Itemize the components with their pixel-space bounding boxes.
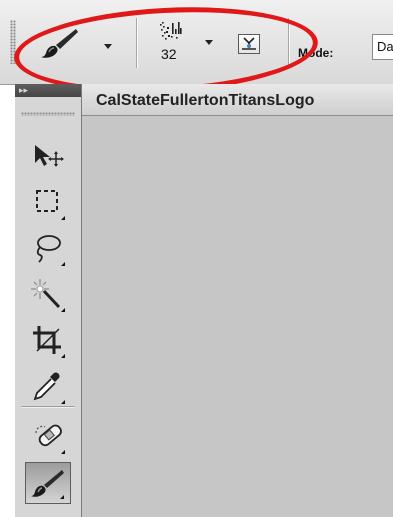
- band-aid-icon: [35, 424, 62, 447]
- brush-icon: [41, 29, 78, 58]
- marquee-tool[interactable]: [25, 182, 71, 224]
- chevron-down-icon: [104, 44, 112, 49]
- mode-label: Mode:: [298, 46, 334, 60]
- toolbox-grip[interactable]: [21, 112, 75, 116]
- crop-tool[interactable]: [25, 320, 71, 362]
- lasso-icon: [36, 235, 61, 263]
- submenu-indicator-icon: [61, 262, 65, 266]
- tablet-pressure-icon: [242, 37, 256, 50]
- document-tab-title: CalStateFullertonTitansLogo: [96, 92, 315, 109]
- canvas-area[interactable]: [82, 116, 393, 517]
- eyedropper-icon: [33, 372, 60, 401]
- separator: [136, 18, 137, 68]
- separator: [288, 18, 289, 68]
- move-icon: [35, 145, 64, 167]
- brush-size-value: 32: [161, 46, 177, 62]
- move-tool[interactable]: [25, 136, 71, 178]
- tablet-pressure-toggle[interactable]: [238, 34, 260, 54]
- brush-size-picker[interactable]: 32: [150, 18, 220, 70]
- crop-icon: [33, 326, 61, 354]
- submenu-indicator-icon: [61, 308, 65, 312]
- healing-brush-tool[interactable]: [25, 416, 71, 458]
- eyedropper-tool[interactable]: [25, 366, 71, 408]
- lasso-tool[interactable]: [25, 228, 71, 270]
- magic-wand-icon: [31, 279, 61, 309]
- toolbox-collapse-button[interactable]: ▸▸: [15, 84, 81, 97]
- toolbox-divider: [21, 406, 75, 407]
- submenu-indicator-icon: [61, 354, 65, 358]
- submenu-indicator-icon: [61, 216, 65, 220]
- mode-select[interactable]: Da: [372, 34, 393, 60]
- submenu-indicator-icon: [61, 400, 65, 404]
- options-bar-grip[interactable]: [10, 20, 16, 64]
- brush-tool[interactable]: [25, 462, 71, 504]
- submenu-indicator-icon: [60, 495, 64, 499]
- marquee-icon: [36, 190, 58, 212]
- document-tab[interactable]: CalStateFullertonTitansLogo: [82, 84, 393, 116]
- toolbox: ▸▸: [15, 84, 82, 517]
- magic-wand-tool[interactable]: [25, 274, 71, 316]
- chevron-down-icon: [205, 40, 213, 45]
- submenu-indicator-icon: [61, 450, 65, 454]
- options-bar: 32 Mode: Da: [0, 0, 393, 85]
- brush-size-icon: [160, 22, 182, 40]
- brush-preset-picker[interactable]: [36, 20, 118, 64]
